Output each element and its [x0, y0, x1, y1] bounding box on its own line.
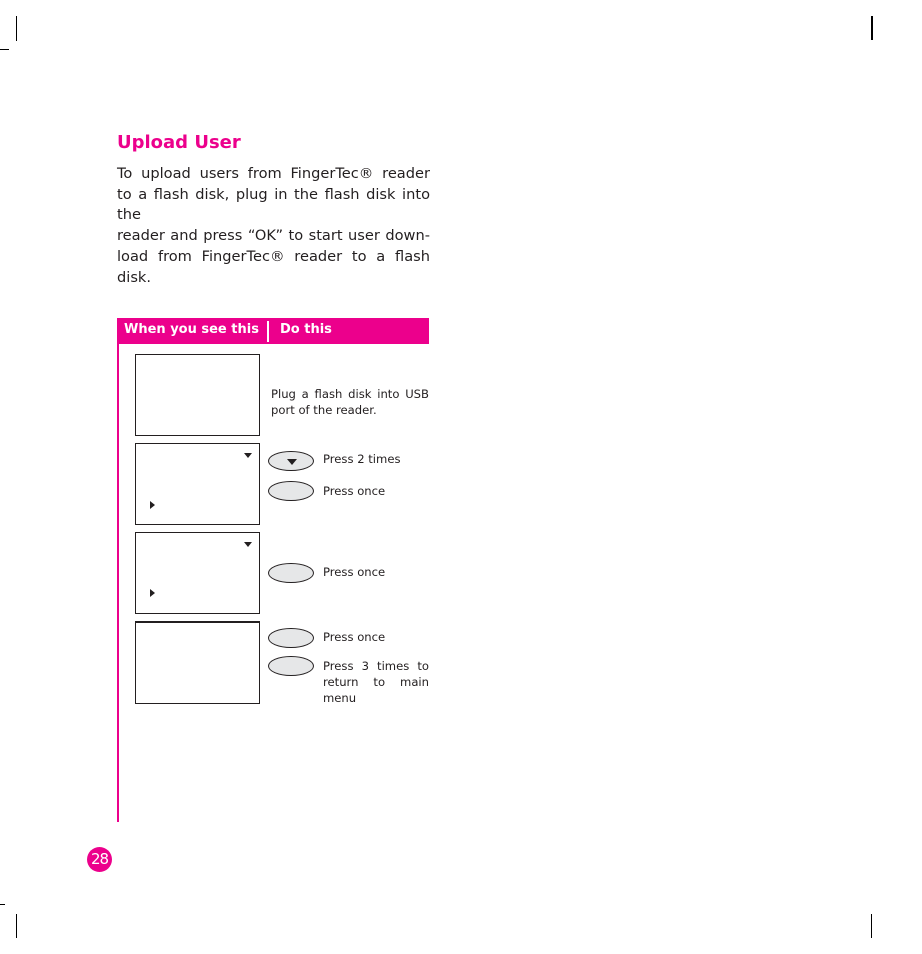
step-2-instruction-b: Press once [323, 484, 386, 498]
crop-mark-bottom-left-horizontal [0, 904, 5, 905]
crop-mark-bottom-right-vertical [871, 914, 872, 938]
instruction-line: Press 3 times to [323, 659, 429, 673]
header-do-this: Do this [280, 322, 332, 337]
crop-mark-bottom-left-vertical [16, 914, 17, 938]
instruction-line: return to main [323, 675, 429, 689]
intro-line: load from FingerTec® reader to a flash [117, 247, 430, 265]
section-title: Upload User [117, 132, 241, 153]
intro-line: To upload users from FingerTec® reader [117, 165, 430, 182]
step-4-instruction-a: Press once [323, 630, 386, 644]
intro-line: to a flash disk, plug in the flash disk … [117, 185, 430, 224]
step-2-instruction-a: Press 2 times [323, 452, 401, 466]
selection-cursor-icon [150, 501, 155, 509]
crop-mark-top-left-vertical [16, 16, 17, 41]
intro-line: reader and press “OK” to start user down… [117, 227, 430, 245]
blank-key[interactable] [268, 481, 314, 501]
instruction-line: menu [323, 691, 357, 705]
step-3-instruction: Press once [323, 565, 386, 579]
scroll-down-arrow-icon [244, 542, 252, 547]
page-number-badge: 28 [87, 847, 112, 872]
blank-key[interactable] [268, 656, 314, 676]
lcd-screen-step-4 [135, 621, 260, 704]
lcd-screen-step-1 [135, 354, 260, 436]
steps-table-header: When you see this Do this [117, 318, 429, 344]
blank-key[interactable] [268, 628, 314, 648]
selection-cursor-icon [150, 589, 155, 597]
intro-paragraph: To upload users from FingerTec® reader t… [117, 164, 430, 288]
step-4-instruction-b: Press 3 times to return to main menu [323, 658, 429, 706]
lcd-screen-step-2 [135, 443, 260, 525]
step-1-instruction: Plug a flash disk into USB port of the r… [271, 387, 429, 417]
table-left-rule [117, 344, 119, 822]
crop-mark-top-left-horizontal [0, 49, 9, 50]
intro-line: disk. [117, 268, 152, 286]
scroll-down-arrow-icon [244, 453, 252, 458]
crop-mark-top-right-vertical [871, 16, 873, 40]
header-divider [267, 321, 269, 342]
header-when-you-see-this: When you see this [124, 322, 259, 337]
down-arrow-key[interactable] [268, 451, 314, 471]
down-arrow-key-icon [287, 459, 297, 465]
blank-key[interactable] [268, 563, 314, 583]
lcd-screen-step-3 [135, 532, 260, 614]
